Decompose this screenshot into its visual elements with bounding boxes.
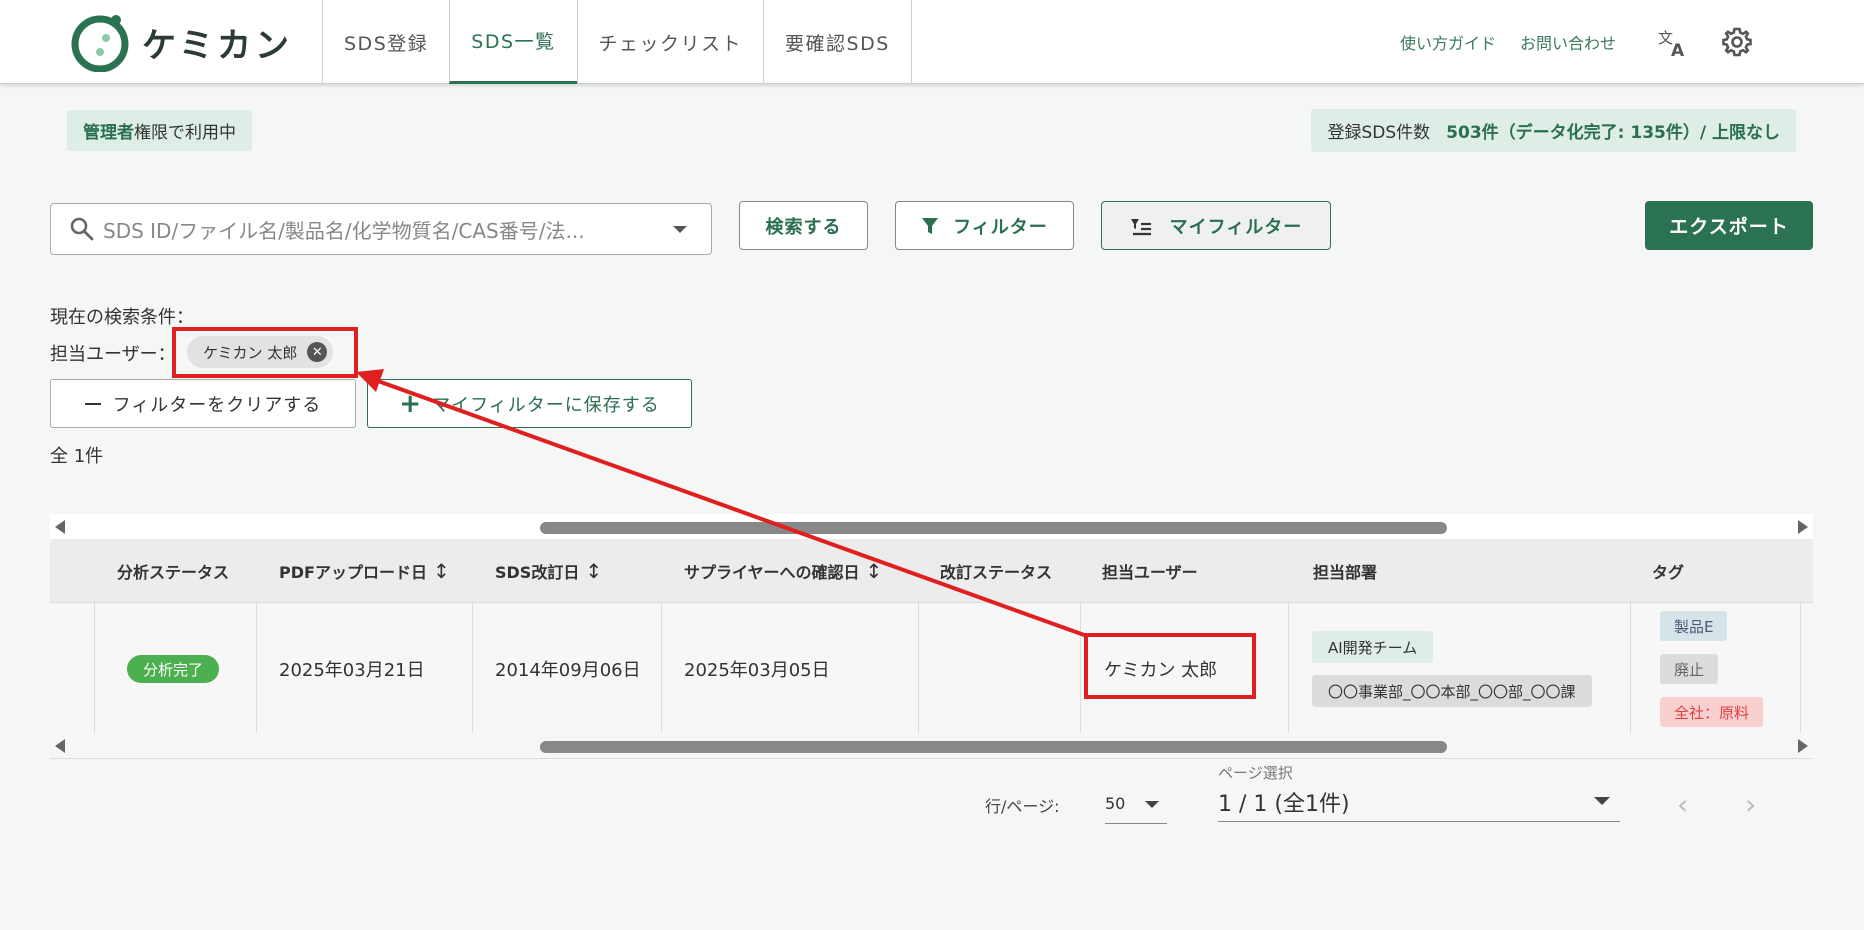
annotation-arrow bbox=[356, 369, 1088, 638]
